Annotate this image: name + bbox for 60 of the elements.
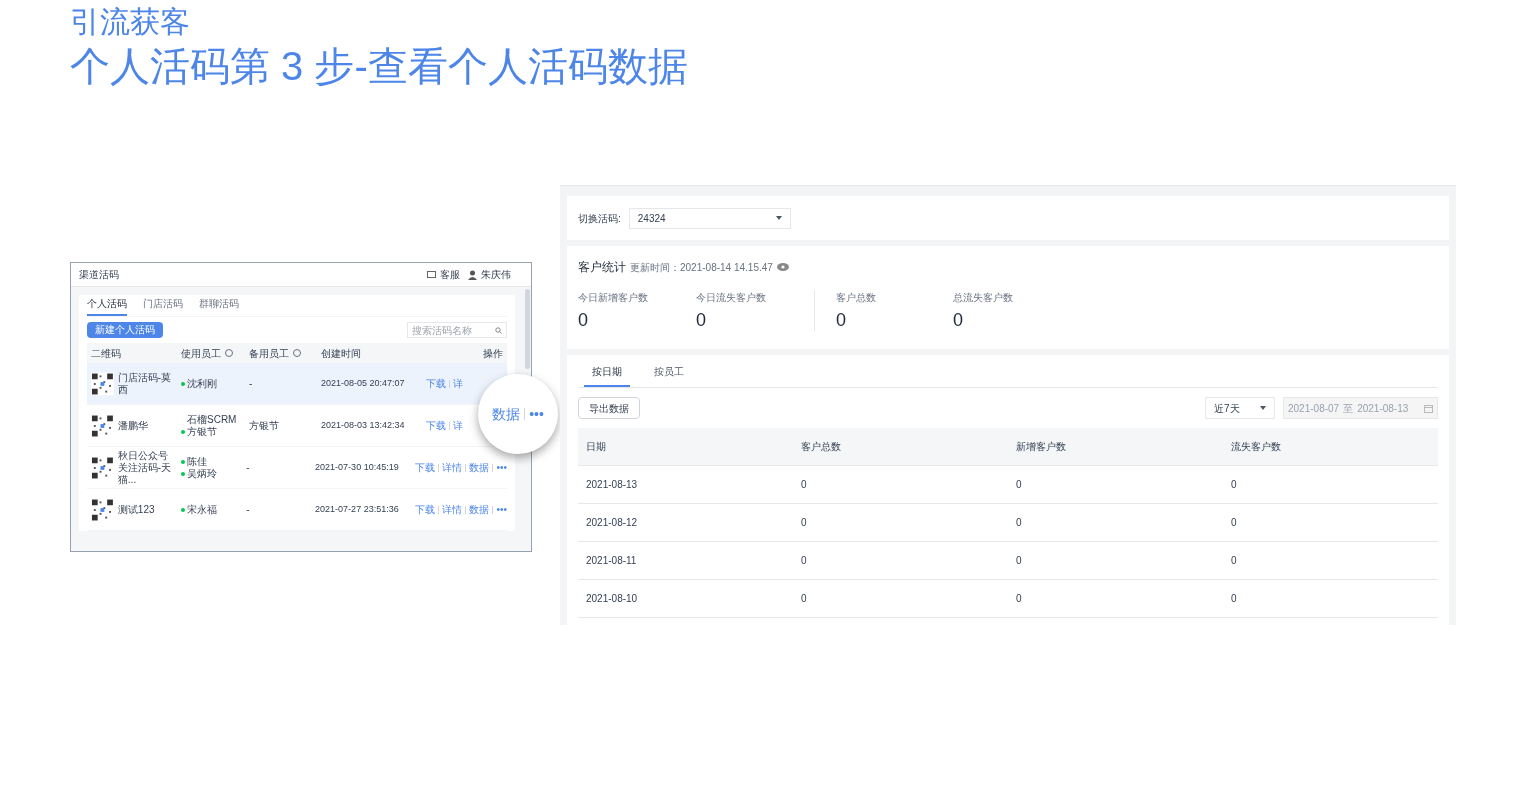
table-cell: 0 [1231,479,1237,490]
stat-value: 0 [836,309,847,331]
column-header: 操作 [483,346,503,361]
table-cell: 0 [801,517,807,528]
table-cell: 0 [1016,479,1022,490]
table-cell-text: 2021-07-27 23:51:36 [314,502,400,516]
table-cell: 2021-08-13 [586,479,638,490]
table-cell-text: 方银节 [248,419,280,433]
table-cell: 2021-08-10 [586,593,638,604]
stats-title: 客户统计 [578,259,626,276]
column-header: 二维码 [91,346,121,361]
table-cell-text: 2021-07-30 10:45:19 [314,460,400,474]
column-header: 流失客户数 [1231,441,1281,452]
staff-name: 方银节 [187,425,217,438]
table-cell: 2021-08-12 [586,517,638,528]
table-cell-text: - [248,377,254,391]
date-separator: 至 [1343,401,1354,416]
screen-title: 渠道活码 [79,268,119,282]
table-cell-text: 2021-08-03 13:42:34 [320,418,406,432]
stat-label: 总流失客户数 [953,291,1014,305]
stat-value: 0 [953,309,964,331]
column-header: 日期 [586,441,606,452]
stat-label: 今日新增客户数 [578,291,649,305]
table-cell: 0 [801,555,807,566]
update-time: 更新时间：2021-08-14 14.15.47 [630,261,773,275]
staff-name: 石榴SCRM [187,413,237,426]
table-cell-text: 2021-08-05 20:47:07 [320,376,406,390]
table-cell: 0 [1231,593,1237,604]
staff-name: 吴炳玲 [187,467,217,480]
table-cell: 0 [801,479,807,490]
stat-value: 0 [578,309,589,331]
stat-value: 0 [696,309,707,331]
switch-label: 切换活码: [578,211,621,226]
staff-name: 沈利刚 [187,377,217,390]
code-name: 潘鹏华 [117,419,149,432]
column-header: 创建时间 [321,346,361,361]
column-header: 备用员工 [249,346,289,361]
table-cell: 0 [1231,517,1237,528]
column-header: 新增客户数 [1016,441,1066,452]
code-name: 秋日公众号关注活码-天猫... [117,449,173,486]
date-from: 2021-08-07 [1288,401,1340,416]
table-cell-text: - [245,503,251,517]
page-title: 个人活码第 3 步-查看个人活码数据 [70,43,689,90]
stat-label: 客户总数 [836,291,877,305]
code-name: 测试123 [117,503,156,516]
column-header: 客户总数 [801,441,841,452]
stat-label: 今日流失客户数 [696,291,767,305]
date-to: 2021-08-13 [1357,401,1409,416]
table-cell: 0 [1016,593,1022,604]
staff-name: 陈佳 [187,455,207,468]
section-title: 引流获客 [70,4,191,40]
table-cell: 0 [1231,555,1237,566]
table-cell-text: - [245,461,251,475]
table-cell: 2021-08-11 [586,555,637,566]
column-header: 使用员工 [181,346,221,361]
table-cell: 0 [801,593,807,604]
table-cell: 0 [1016,555,1022,566]
staff-name: 宋永福 [187,503,217,516]
code-name: 门店活码-莫西 [117,371,173,396]
table-cell: 0 [1016,517,1022,528]
